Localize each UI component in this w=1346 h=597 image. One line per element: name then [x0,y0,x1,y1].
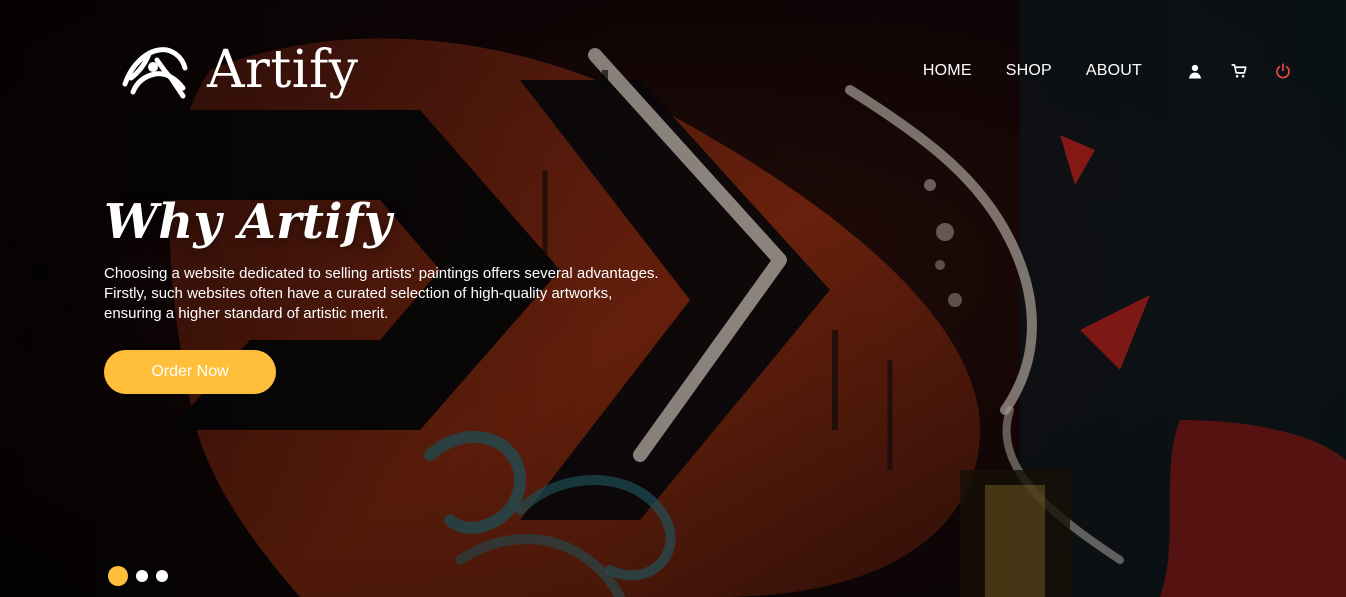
hero-description: Choosing a website dedicated to selling … [104,265,659,322]
brand-name: Artify [207,40,359,100]
user-icon [1189,64,1201,79]
nav-home-link[interactable]: HOME [923,62,972,80]
top-navigation: Artify HOME SHOP ABOUT [0,0,1346,150]
cart-button[interactable] [1226,58,1252,84]
cart-icon [1231,64,1247,78]
main-menu: HOME SHOP ABOUT [923,58,1296,84]
carousel-indicators [108,566,168,586]
carousel-dot-1[interactable] [108,566,128,586]
user-account-button[interactable] [1182,58,1208,84]
carousel-dot-2[interactable] [136,570,148,582]
nav-icons [1182,58,1296,84]
hero-section: Artify HOME SHOP ABOUT Why Artify Choosi… [0,0,1346,597]
nav-shop-link[interactable]: SHOP [1006,62,1052,80]
brand-home-link[interactable]: Artify [115,36,359,104]
power-icon [1276,63,1290,79]
hero-content: Why Artify Choosing a website dedicated … [104,194,704,394]
nav-about-link[interactable]: ABOUT [1086,62,1142,80]
logout-button[interactable] [1270,58,1296,84]
carousel-dot-3[interactable] [156,570,168,582]
hero-title: Why Artify [104,194,392,250]
order-now-button[interactable]: Order Now [104,350,276,394]
brand-logo-icon [122,47,188,99]
